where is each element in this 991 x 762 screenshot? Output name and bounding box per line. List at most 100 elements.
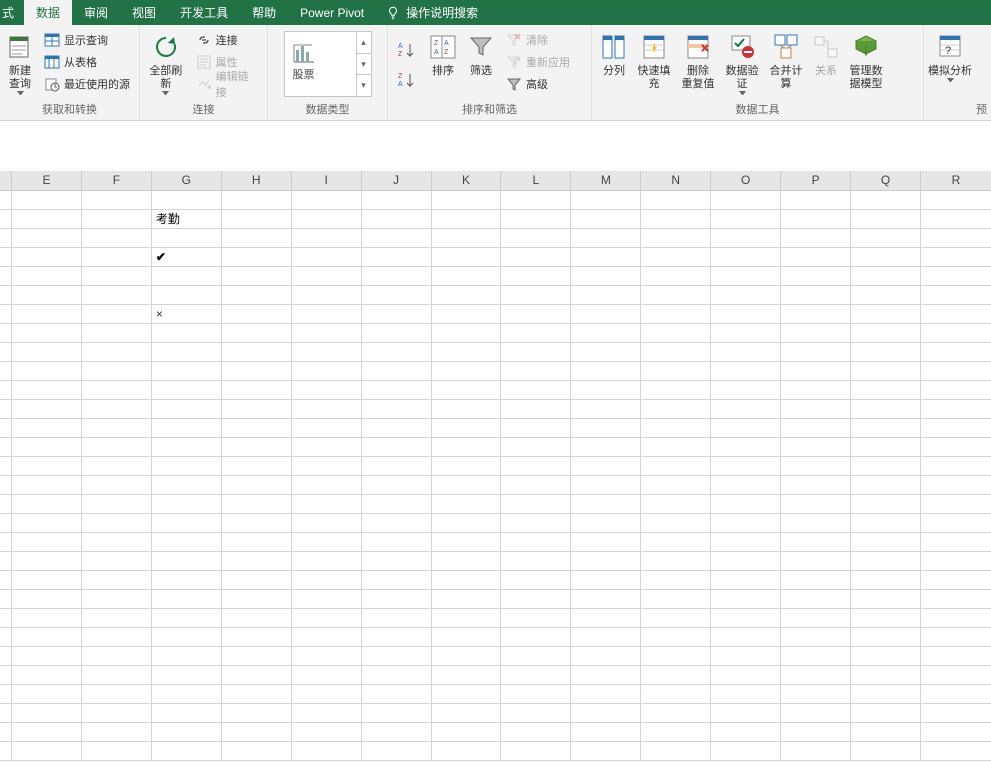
cell[interactable] [571,628,641,647]
cell[interactable] [501,248,571,267]
cell[interactable] [641,533,711,552]
cell[interactable] [711,666,781,685]
cell[interactable] [921,552,991,571]
cell[interactable] [432,286,502,305]
cell[interactable] [222,362,292,381]
cell[interactable] [501,666,571,685]
cell[interactable] [641,210,711,229]
cell[interactable] [501,324,571,343]
cell[interactable] [641,704,711,723]
cell[interactable] [501,609,571,628]
sort-desc-button[interactable]: ZA [392,65,424,95]
cell[interactable] [432,590,502,609]
cell[interactable] [641,666,711,685]
cell[interactable] [641,400,711,419]
cell[interactable] [12,742,82,761]
cell[interactable] [641,381,711,400]
cell[interactable] [781,495,851,514]
cell[interactable] [711,704,781,723]
cell[interactable] [432,191,502,210]
cell[interactable] [292,552,362,571]
cell[interactable] [781,514,851,533]
cell[interactable] [711,514,781,533]
col-header[interactable]: N [641,171,711,190]
cell[interactable] [82,723,152,742]
cell[interactable] [432,723,502,742]
cell[interactable] [781,666,851,685]
cell[interactable] [82,286,152,305]
cell[interactable] [12,685,82,704]
cell[interactable] [82,533,152,552]
cell[interactable] [571,685,641,704]
cell[interactable] [571,704,641,723]
cell[interactable] [571,229,641,248]
cell[interactable] [711,609,781,628]
cell[interactable] [12,666,82,685]
tab-developer[interactable]: 开发工具 [168,0,240,25]
cell[interactable] [501,704,571,723]
cell[interactable] [12,400,82,419]
cell[interactable] [711,723,781,742]
advanced-filter-button[interactable]: 高级 [502,73,574,95]
cell[interactable] [781,267,851,286]
cell[interactable] [82,590,152,609]
cell[interactable] [781,704,851,723]
cell[interactable] [432,343,502,362]
cell[interactable] [851,647,921,666]
cell[interactable] [851,191,921,210]
cell[interactable] [362,514,432,533]
cell[interactable] [432,742,502,761]
cell[interactable] [82,742,152,761]
cell[interactable] [292,476,362,495]
cell[interactable] [711,229,781,248]
cell[interactable] [641,742,711,761]
cell[interactable] [711,267,781,286]
sort-button[interactable]: ZAAZ 排序 [424,29,462,78]
cell[interactable] [152,286,222,305]
cell[interactable] [432,457,502,476]
cell[interactable] [152,400,222,419]
cell[interactable] [292,267,362,286]
cell[interactable] [851,552,921,571]
cell[interactable] [501,286,571,305]
cell[interactable] [851,419,921,438]
cell[interactable] [362,552,432,571]
cell[interactable] [571,210,641,229]
cell[interactable] [82,191,152,210]
cell[interactable] [851,476,921,495]
cell[interactable] [82,210,152,229]
cell[interactable] [432,381,502,400]
cell[interactable] [711,742,781,761]
cell[interactable] [641,723,711,742]
cell[interactable] [82,248,152,267]
cell[interactable] [292,647,362,666]
cell[interactable] [362,742,432,761]
cell[interactable] [711,343,781,362]
cell[interactable] [641,324,711,343]
cell[interactable] [711,590,781,609]
cell[interactable] [781,571,851,590]
cell[interactable] [571,457,641,476]
cell[interactable] [222,400,292,419]
cell[interactable] [501,476,571,495]
cell[interactable] [292,286,362,305]
cell[interactable] [292,533,362,552]
cell[interactable] [82,647,152,666]
cell[interactable] [362,704,432,723]
cell[interactable] [152,267,222,286]
cell[interactable] [571,343,641,362]
cell[interactable] [292,571,362,590]
cell[interactable] [82,685,152,704]
cell[interactable] [571,381,641,400]
tab-power-pivot[interactable]: Power Pivot [288,0,376,25]
cell[interactable] [222,685,292,704]
cell[interactable] [921,590,991,609]
cell[interactable] [362,533,432,552]
tell-me-search[interactable]: 操作说明搜索 [386,0,478,25]
cell[interactable] [921,438,991,457]
cell[interactable] [432,495,502,514]
cell[interactable] [222,419,292,438]
cell[interactable] [571,590,641,609]
cell[interactable] [12,229,82,248]
cell[interactable] [571,495,641,514]
